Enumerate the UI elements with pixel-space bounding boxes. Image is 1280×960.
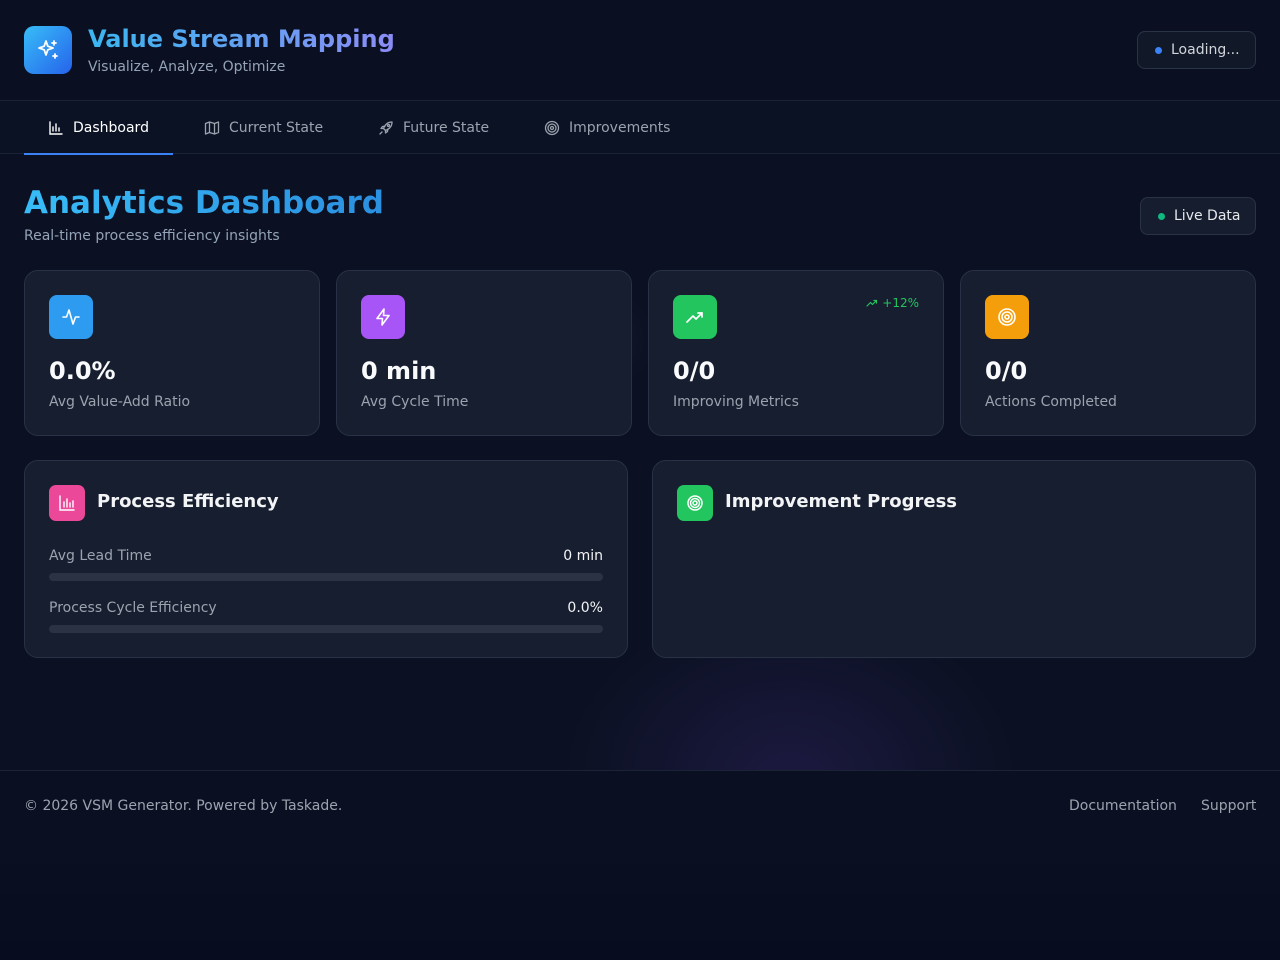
tab-bar: Dashboard Current State Future State Imp… — [0, 101, 1280, 155]
tab-label: Future State — [403, 119, 490, 136]
stat-icon-box — [49, 295, 93, 339]
stat-label: Actions Completed — [985, 394, 1117, 410]
status-text: Loading... — [1171, 42, 1240, 58]
progress-bar-cycle-efficiency — [49, 625, 603, 633]
metric-label: Avg Lead Time — [49, 548, 152, 564]
app-footer: © 2026 VSM Generator. Powered by Taskade… — [0, 770, 1280, 838]
metric-value: 0.0% — [567, 600, 603, 616]
metric-row-lead-time: Avg Lead Time 0 min — [49, 547, 603, 565]
stat-value: 0/0 — [985, 357, 1028, 385]
live-data-label: Live Data — [1174, 208, 1241, 224]
stat-value: 0/0 — [673, 357, 716, 385]
panel-title: Improvement Progress — [725, 491, 958, 512]
stat-card-cycle-time: 0 min Avg Cycle Time — [336, 270, 632, 436]
stat-icon-box — [985, 295, 1029, 339]
target-icon — [544, 120, 560, 135]
app-logo — [24, 26, 72, 74]
copyright-text: © 2026 VSM Generator. Powered by Taskade… — [24, 798, 343, 814]
page-subtitle: Real-time process efficiency insights — [24, 228, 280, 244]
stat-label: Avg Cycle Time — [361, 394, 469, 410]
trend-value: +12% — [882, 296, 919, 310]
panel-title: Process Efficiency — [97, 491, 279, 512]
tab-label: Current State — [229, 119, 324, 136]
tab-label: Dashboard — [73, 119, 149, 136]
progress-bar-lead-time — [49, 573, 603, 581]
page-title: Analytics Dashboard — [24, 185, 384, 221]
improvement-progress-panel: Improvement Progress — [652, 460, 1256, 658]
bar-chart-icon — [49, 120, 63, 135]
stat-label: Improving Metrics — [673, 394, 799, 410]
stat-value: 0.0% — [49, 357, 116, 385]
stat-value: 0 min — [361, 357, 437, 385]
support-link[interactable]: Support — [1201, 797, 1256, 815]
target-icon — [687, 495, 703, 511]
live-dot — [1158, 212, 1165, 220]
sparkles-icon — [38, 40, 58, 59]
stat-card-value-add: 0.0% Avg Value-Add Ratio — [24, 270, 320, 436]
documentation-link[interactable]: Documentation — [1069, 797, 1177, 815]
metric-label: Process Cycle Efficiency — [49, 600, 217, 616]
tab-dashboard[interactable]: Dashboard — [24, 101, 173, 155]
trending-up-icon — [866, 299, 878, 307]
stat-card-improving-metrics: +12% 0/0 Improving Metrics — [648, 270, 944, 436]
tab-current-state[interactable]: Current State — [204, 101, 323, 154]
map-icon — [204, 120, 220, 135]
app-subtitle: Visualize, Analyze, Optimize — [88, 59, 286, 75]
trend-badge: +12% — [866, 296, 919, 310]
tab-improvements[interactable]: Improvements — [544, 101, 670, 154]
panel-icon-box — [677, 485, 713, 521]
bar-chart-icon — [59, 495, 75, 511]
metric-value: 0 min — [563, 548, 603, 564]
zap-icon — [376, 308, 390, 326]
rocket-icon — [379, 120, 393, 135]
activity-icon — [62, 309, 80, 325]
metric-row-cycle-efficiency: Process Cycle Efficiency 0.0% — [49, 599, 603, 617]
trending-up-icon — [686, 312, 703, 323]
tab-label: Improvements — [569, 119, 671, 136]
stat-icon-box — [673, 295, 717, 339]
tab-future-state[interactable]: Future State — [378, 101, 489, 154]
app-header: Value Stream Mapping Visualize, Analyze,… — [0, 0, 1280, 101]
live-data-badge: Live Data — [1140, 197, 1256, 235]
target-icon — [998, 308, 1016, 326]
stat-icon-box — [361, 295, 405, 339]
status-indicator: Loading... — [1137, 31, 1256, 69]
stat-label: Avg Value-Add Ratio — [49, 394, 191, 410]
status-dot — [1155, 46, 1162, 54]
process-efficiency-panel: Process Efficiency Avg Lead Time 0 min P… — [24, 460, 628, 658]
app-title: Value Stream Mapping — [88, 25, 395, 53]
stat-card-actions-completed: 0/0 Actions Completed — [960, 270, 1256, 436]
panel-icon-box — [49, 485, 85, 521]
